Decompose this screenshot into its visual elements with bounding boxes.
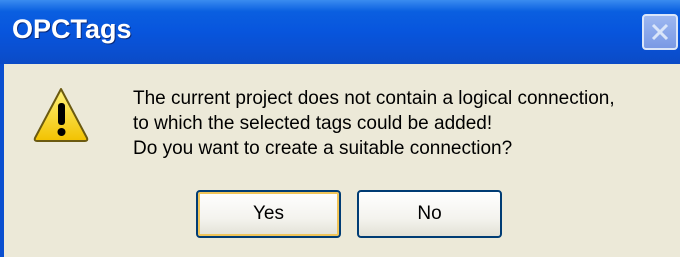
message-line: to which the selected tags could be adde…: [133, 113, 493, 134]
message-line: The current project does not contain a l…: [133, 88, 615, 109]
message-line: Do you want to create a suitable connect…: [133, 138, 513, 159]
dialog-message: The current project does not contain a l…: [133, 86, 615, 161]
window-title: OPCTags: [12, 14, 132, 44]
warning-icon: [33, 88, 89, 142]
close-button[interactable]: [642, 14, 678, 50]
yes-button[interactable]: Yes: [196, 190, 341, 238]
title-bar[interactable]: OPCTags: [0, 0, 680, 64]
close-icon: [651, 23, 669, 41]
dialog-window: OPCTags The current project does not con…: [0, 0, 680, 257]
no-button[interactable]: No: [357, 190, 502, 238]
